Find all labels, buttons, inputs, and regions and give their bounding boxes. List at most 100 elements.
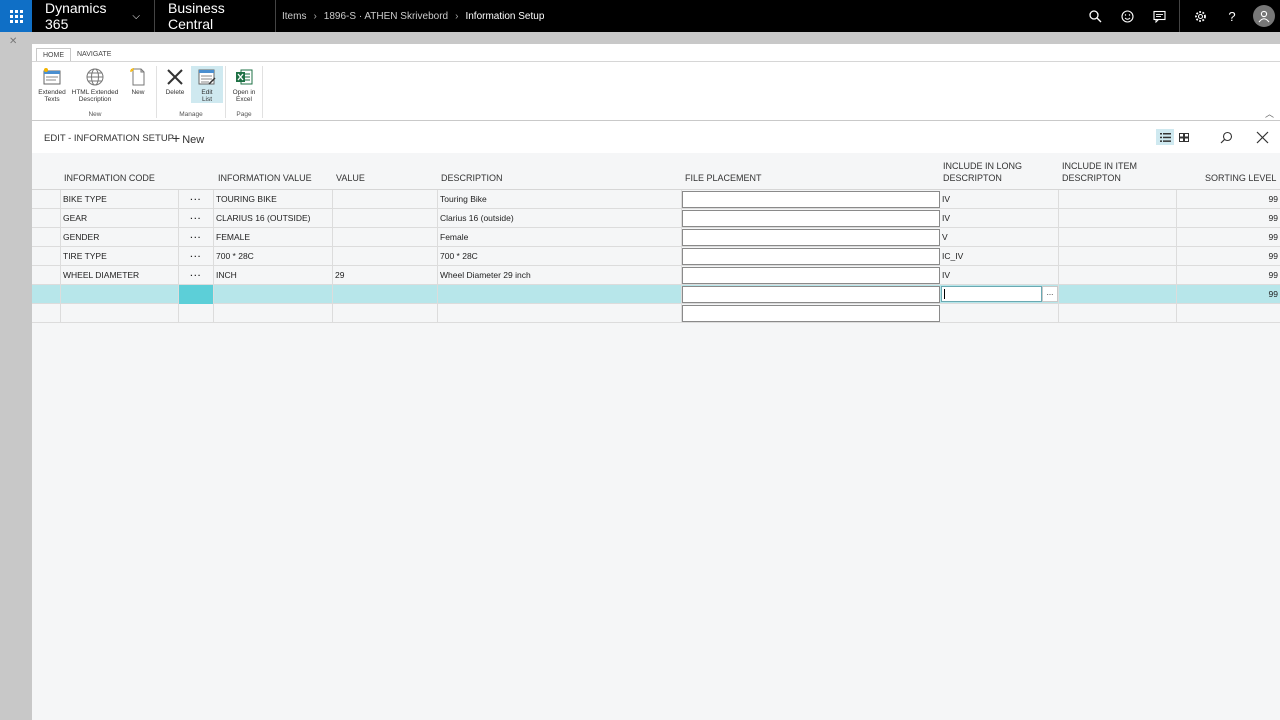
search-icon[interactable] <box>1217 129 1235 145</box>
cell-include-item-description[interactable] <box>1059 209 1177 228</box>
cell-file-placement[interactable] <box>682 304 940 323</box>
cell-information-code[interactable]: WHEEL DIAMETER <box>61 266 179 285</box>
file-placement-input[interactable] <box>682 305 940 322</box>
cell-sorting-level[interactable]: 99 <box>1177 209 1280 228</box>
cell-description[interactable] <box>438 304 682 323</box>
header-file-placement[interactable]: FILE PLACEMENT <box>685 172 762 184</box>
cell-include-item-description[interactable] <box>1059 285 1177 304</box>
product-name[interactable]: Business Central <box>155 0 276 32</box>
table-row[interactable]: GEAR ··· CLARIUS 16 (OUTSIDE) Clarius 16… <box>32 209 1280 228</box>
lookup-button[interactable]: ... <box>1042 286 1058 302</box>
tab-navigate[interactable]: NAVIGATE <box>71 48 117 62</box>
row-selection-marker[interactable] <box>179 285 214 304</box>
include-long-description-input[interactable] <box>941 286 1042 302</box>
cell-include-long-description[interactable] <box>940 304 1059 323</box>
row-actions-button[interactable]: ··· <box>179 190 214 209</box>
tab-home[interactable]: HOME <box>36 48 71 62</box>
cell-description[interactable]: 700 * 28C <box>438 247 682 266</box>
file-placement-input[interactable] <box>682 267 940 284</box>
cell-value[interactable] <box>333 285 438 304</box>
gear-icon[interactable] <box>1184 0 1216 32</box>
help-icon[interactable]: ? <box>1216 0 1248 32</box>
cell-file-placement[interactable] <box>682 228 940 247</box>
cell-sorting-level[interactable]: 99 <box>1177 228 1280 247</box>
table-row-empty[interactable] <box>32 304 1280 323</box>
html-extended-description-button[interactable]: HTML Extended Description <box>68 66 122 103</box>
cell-sorting-level[interactable]: 99 <box>1177 266 1280 285</box>
close-icon[interactable]: ✕ <box>9 36 17 47</box>
breadcrumb-item-card[interactable]: 1896-S · ATHEN Skrivebord <box>324 11 448 22</box>
cell-file-placement[interactable] <box>682 266 940 285</box>
cell-lookup[interactable] <box>179 304 214 323</box>
cell-value[interactable] <box>333 228 438 247</box>
table-row[interactable]: WHEEL DIAMETER ··· INCH 29 Wheel Diamete… <box>32 266 1280 285</box>
cell-value[interactable] <box>333 190 438 209</box>
cell-information-value[interactable]: INCH <box>214 266 333 285</box>
header-description[interactable]: DESCRIPTION <box>441 172 503 184</box>
cell-include-long-description[interactable]: ... <box>940 285 1059 304</box>
table-row-new[interactable]: ... 99 <box>32 285 1280 304</box>
cell-include-long-description[interactable]: V <box>940 228 1059 247</box>
cell-sorting-level[interactable] <box>1177 304 1280 323</box>
row-actions-button[interactable]: ··· <box>179 266 214 285</box>
cell-information-code[interactable]: TIRE TYPE <box>61 247 179 266</box>
cell-file-placement[interactable] <box>682 285 940 304</box>
cell-description[interactable]: Touring Bike <box>438 190 682 209</box>
cell-value[interactable] <box>333 304 438 323</box>
open-in-excel-button[interactable]: Open in Excel <box>228 66 260 103</box>
cell-information-value[interactable]: 700 * 28C <box>214 247 333 266</box>
brand-menu[interactable]: Dynamics 365 ⌵ <box>32 0 155 32</box>
file-placement-input[interactable] <box>682 191 940 208</box>
header-sorting-level[interactable]: SORTING LEVEL <box>1205 172 1276 184</box>
cell-information-value[interactable] <box>214 285 333 304</box>
smiley-icon[interactable] <box>1111 0 1143 32</box>
table-row[interactable]: BIKE TYPE ··· TOURING BIKE Touring Bike … <box>32 190 1280 209</box>
header-information-code[interactable]: INFORMATION CODE <box>64 172 155 184</box>
search-icon[interactable] <box>1079 0 1111 32</box>
cell-file-placement[interactable] <box>682 190 940 209</box>
cell-information-value[interactable]: FEMALE <box>214 228 333 247</box>
cell-value[interactable] <box>333 209 438 228</box>
cell-include-item-description[interactable] <box>1059 190 1177 209</box>
cell-description[interactable]: Clarius 16 (outside) <box>438 209 682 228</box>
list-view-icon[interactable] <box>1156 129 1174 145</box>
cell-sorting-level[interactable]: 99 <box>1177 190 1280 209</box>
file-placement-input[interactable] <box>682 248 940 265</box>
header-value[interactable]: VALUE <box>336 172 365 184</box>
header-include-item-description[interactable]: INCLUDE IN ITEM DESCRIPTON <box>1062 160 1137 184</box>
waffle-icon[interactable] <box>0 0 32 32</box>
user-icon[interactable] <box>1253 5 1275 27</box>
chevron-up-icon[interactable]: ︿ <box>1265 107 1274 120</box>
cell-information-code[interactable]: BIKE TYPE <box>61 190 179 209</box>
cell-include-long-description[interactable]: IV <box>940 266 1059 285</box>
cell-information-value[interactable] <box>214 304 333 323</box>
cell-information-code[interactable]: GEAR <box>61 209 179 228</box>
table-row[interactable]: GENDER ··· FEMALE Female V 99 <box>32 228 1280 247</box>
new-button[interactable]: + New <box>172 130 204 146</box>
cell-include-long-description[interactable]: IV <box>940 209 1059 228</box>
file-placement-input[interactable] <box>682 210 940 227</box>
cell-file-placement[interactable] <box>682 209 940 228</box>
cell-description[interactable]: Wheel Diameter 29 inch <box>438 266 682 285</box>
cell-information-code[interactable] <box>61 304 179 323</box>
cell-information-value[interactable]: TOURING BIKE <box>214 190 333 209</box>
tile-view-icon[interactable] <box>1175 129 1193 145</box>
row-actions-button[interactable]: ··· <box>179 228 214 247</box>
edit-list-button[interactable]: Edit List <box>191 66 223 103</box>
file-placement-input[interactable] <box>682 229 940 246</box>
cell-description[interactable] <box>438 285 682 304</box>
row-actions-button[interactable]: ··· <box>179 247 214 266</box>
cell-include-item-description[interactable] <box>1059 266 1177 285</box>
breadcrumb-items[interactable]: Items <box>282 11 306 22</box>
cell-include-item-description[interactable] <box>1059 247 1177 266</box>
row-actions-button[interactable]: ··· <box>179 209 214 228</box>
cell-description[interactable]: Female <box>438 228 682 247</box>
table-row[interactable]: TIRE TYPE ··· 700 * 28C 700 * 28C IC_IV … <box>32 247 1280 266</box>
cell-sorting-level[interactable]: 99 <box>1177 247 1280 266</box>
cell-include-long-description[interactable]: IC_IV <box>940 247 1059 266</box>
cell-value[interactable] <box>333 247 438 266</box>
cell-information-value[interactable]: CLARIUS 16 (OUTSIDE) <box>214 209 333 228</box>
cell-include-item-description[interactable] <box>1059 228 1177 247</box>
close-icon[interactable] <box>1253 129 1271 145</box>
header-information-value[interactable]: INFORMATION VALUE <box>218 172 312 184</box>
